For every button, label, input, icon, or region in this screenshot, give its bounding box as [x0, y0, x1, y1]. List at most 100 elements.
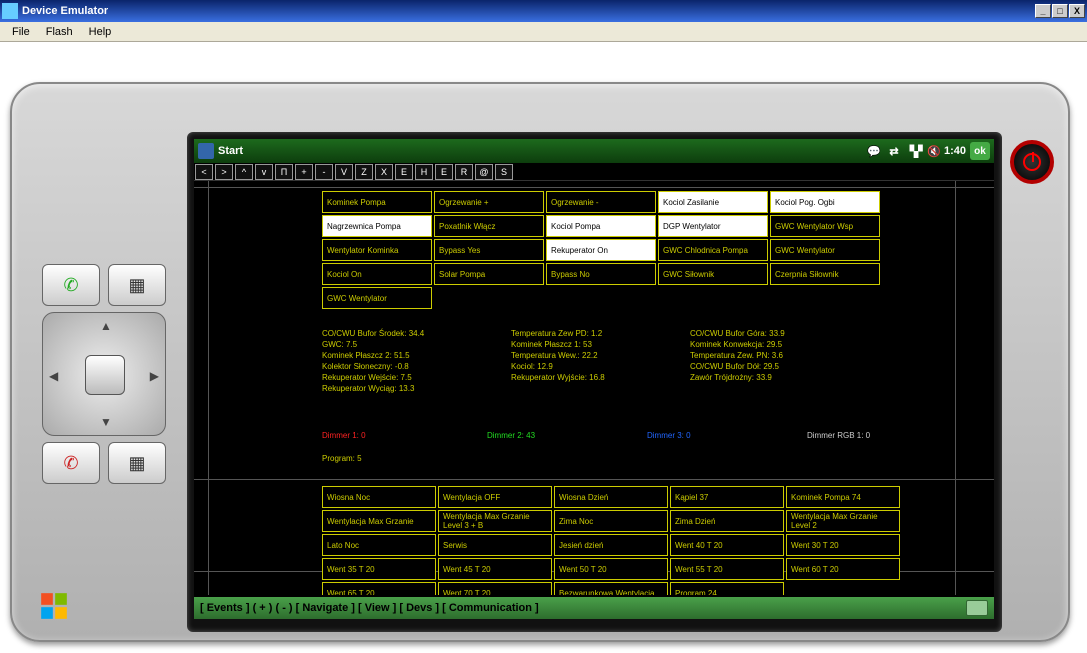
program-button[interactable]: Bezwarunkowa Wentylacja — [554, 582, 668, 595]
maximize-button[interactable]: □ — [1052, 4, 1068, 18]
signal-icon[interactable]: ▝▞ — [906, 143, 922, 159]
event-button[interactable]: Ogrzewanie + — [434, 191, 544, 213]
toolbar-btn-13[interactable]: R — [455, 164, 473, 180]
app-toolbar: <>^vΠ+-VZXEHER@S — [194, 163, 994, 181]
dpad-down-icon[interactable]: ▼ — [100, 415, 112, 429]
event-button[interactable]: Bypass Yes — [434, 239, 544, 261]
hangup-button[interactable]: ✆ — [42, 442, 100, 484]
clock[interactable]: 1:40 — [944, 145, 966, 157]
event-button[interactable]: DGP Wentylator — [658, 215, 768, 237]
close-button[interactable]: X — [1069, 4, 1085, 18]
toolbar-btn-11[interactable]: H — [415, 164, 433, 180]
toolbar-btn-12[interactable]: E — [435, 164, 453, 180]
event-button[interactable]: Ogrzewanie - — [546, 191, 656, 213]
toolbar-btn-1[interactable]: > — [215, 164, 233, 180]
call-button[interactable]: ✆ — [42, 264, 100, 306]
toolbar-btn-7[interactable]: V — [335, 164, 353, 180]
event-button[interactable]: GWC Chlodnica Pompa — [658, 239, 768, 261]
program-button[interactable]: Went 50 T 20 — [554, 558, 668, 580]
program-button[interactable]: Jesień dzień — [554, 534, 668, 556]
minimize-button[interactable]: _ — [1035, 4, 1051, 18]
program-button[interactable]: Wentylacja Max Grzanie — [322, 510, 436, 532]
toolbar-btn-6[interactable]: - — [315, 164, 333, 180]
toolbar-btn-15[interactable]: S — [495, 164, 513, 180]
program-button[interactable]: Went 30 T 20 — [786, 534, 900, 556]
program-button[interactable]: Lato Noc — [322, 534, 436, 556]
dpad[interactable]: ▲ ▼ ◀ ▶ — [42, 312, 166, 436]
event-button[interactable]: Kociol On — [322, 263, 432, 285]
menu-file[interactable]: File — [4, 24, 38, 40]
program-button[interactable]: Kominek Pompa 74 — [786, 486, 900, 508]
program-button[interactable]: Went 45 T 20 — [438, 558, 552, 580]
program-button[interactable]: Went 60 T 20 — [786, 558, 900, 580]
event-button[interactable]: GWC Wentylator Wsp — [770, 215, 880, 237]
hw-button-app1[interactable]: ▦ — [108, 264, 166, 306]
toolbar-btn-8[interactable]: Z — [355, 164, 373, 180]
toolbar-btn-5[interactable]: + — [295, 164, 313, 180]
program-button[interactable]: Zima Dzień — [670, 510, 784, 532]
menu-flash[interactable]: Flash — [38, 24, 81, 40]
toolbar-btn-3[interactable]: v — [255, 164, 273, 180]
toolbar-btn-2[interactable]: ^ — [235, 164, 253, 180]
start-label[interactable]: Start — [218, 145, 243, 157]
toolbar-btn-10[interactable]: E — [395, 164, 413, 180]
program-button[interactable]: Wiosna Noc — [322, 486, 436, 508]
program-button[interactable]: Went 65 T 20 — [322, 582, 436, 595]
wm-menubar[interactable]: [ Events ] ( + ) ( - ) [ Navigate ] [ Vi… — [194, 597, 994, 619]
power-button[interactable] — [1010, 140, 1054, 184]
status-item: Kociol: 12.9 — [511, 362, 686, 371]
chat-icon[interactable]: 💬 — [866, 143, 882, 159]
hw-button-keypad[interactable]: ▦ — [108, 442, 166, 484]
event-button[interactable]: Solar Pompa — [434, 263, 544, 285]
program-button[interactable]: Serwis — [438, 534, 552, 556]
event-button[interactable]: Rekuperator On — [546, 239, 656, 261]
program-button[interactable]: Wentylacja Max Grzanie Level 3 + B — [438, 510, 552, 532]
current-program-label: Program: 5 — [322, 454, 362, 463]
event-button[interactable]: Nagrzewnica Pompa — [322, 215, 432, 237]
toolbar-btn-4[interactable]: Π — [275, 164, 293, 180]
start-flag-icon[interactable] — [198, 143, 214, 159]
dpad-right-icon[interactable]: ▶ — [150, 369, 159, 383]
program-button[interactable]: Wentylacja Max Grzanie Level 2 — [786, 510, 900, 532]
status-item: CO/CWU Bufor Góra: 33.9 — [690, 329, 865, 338]
status-item — [690, 384, 865, 393]
menu-help[interactable]: Help — [81, 24, 120, 40]
dpad-up-icon[interactable]: ▲ — [100, 319, 112, 333]
event-button[interactable]: GWC Wentylator — [770, 239, 880, 261]
event-button[interactable]: Bypass No — [546, 263, 656, 285]
event-button[interactable]: Poxatlnik Włącz — [434, 215, 544, 237]
event-button[interactable]: Kociol Zasilanie — [658, 191, 768, 213]
program-button[interactable]: Went 35 T 20 — [322, 558, 436, 580]
toolbar-btn-14[interactable]: @ — [475, 164, 493, 180]
ok-button[interactable]: ok — [970, 142, 990, 160]
power-icon — [1023, 153, 1041, 171]
toolbar-btn-9[interactable]: X — [375, 164, 393, 180]
volume-icon[interactable]: 🔇 — [926, 143, 942, 159]
event-button[interactable]: Kominek Pompa — [322, 191, 432, 213]
program-button[interactable]: Wiosna Dzień — [554, 486, 668, 508]
program-button[interactable]: Zima Noc — [554, 510, 668, 532]
guide — [955, 181, 956, 595]
event-button[interactable]: GWC Siłownik — [658, 263, 768, 285]
event-button[interactable]: Kociol Pompa — [546, 215, 656, 237]
event-button[interactable]: Wentylator Kominka — [322, 239, 432, 261]
connection-icon[interactable]: ⇄ — [886, 143, 902, 159]
program-button[interactable]: Went 55 T 20 — [670, 558, 784, 580]
program-button[interactable]: Went 40 T 20 — [670, 534, 784, 556]
program-button[interactable]: Program 24 — [670, 582, 784, 595]
status-item: Zawór Trójdrożny: 33.9 — [690, 373, 865, 382]
guide — [194, 187, 994, 188]
footer-menu[interactable]: [ Events ] ( + ) ( - ) [ Navigate ] [ Vi… — [200, 602, 539, 614]
status-item: CO/CWU Bufor Dół: 29.5 — [690, 362, 865, 371]
dpad-left-icon[interactable]: ◀ — [49, 369, 58, 383]
program-button[interactable]: Wentylacja OFF — [438, 486, 552, 508]
event-button[interactable]: GWC Wentylator — [322, 287, 432, 309]
program-button[interactable]: Kąpiel 37 — [670, 486, 784, 508]
keyboard-icon[interactable] — [966, 600, 988, 616]
status-item: Kominek Płaszcz 1: 53 — [511, 340, 686, 349]
dpad-center[interactable] — [85, 355, 125, 395]
program-button[interactable]: Went 70 T 20 — [438, 582, 552, 595]
toolbar-btn-0[interactable]: < — [195, 164, 213, 180]
event-button[interactable]: Kociol Pog. Ogbi — [770, 191, 880, 213]
event-button[interactable]: Czerpnia Siłownik — [770, 263, 880, 285]
